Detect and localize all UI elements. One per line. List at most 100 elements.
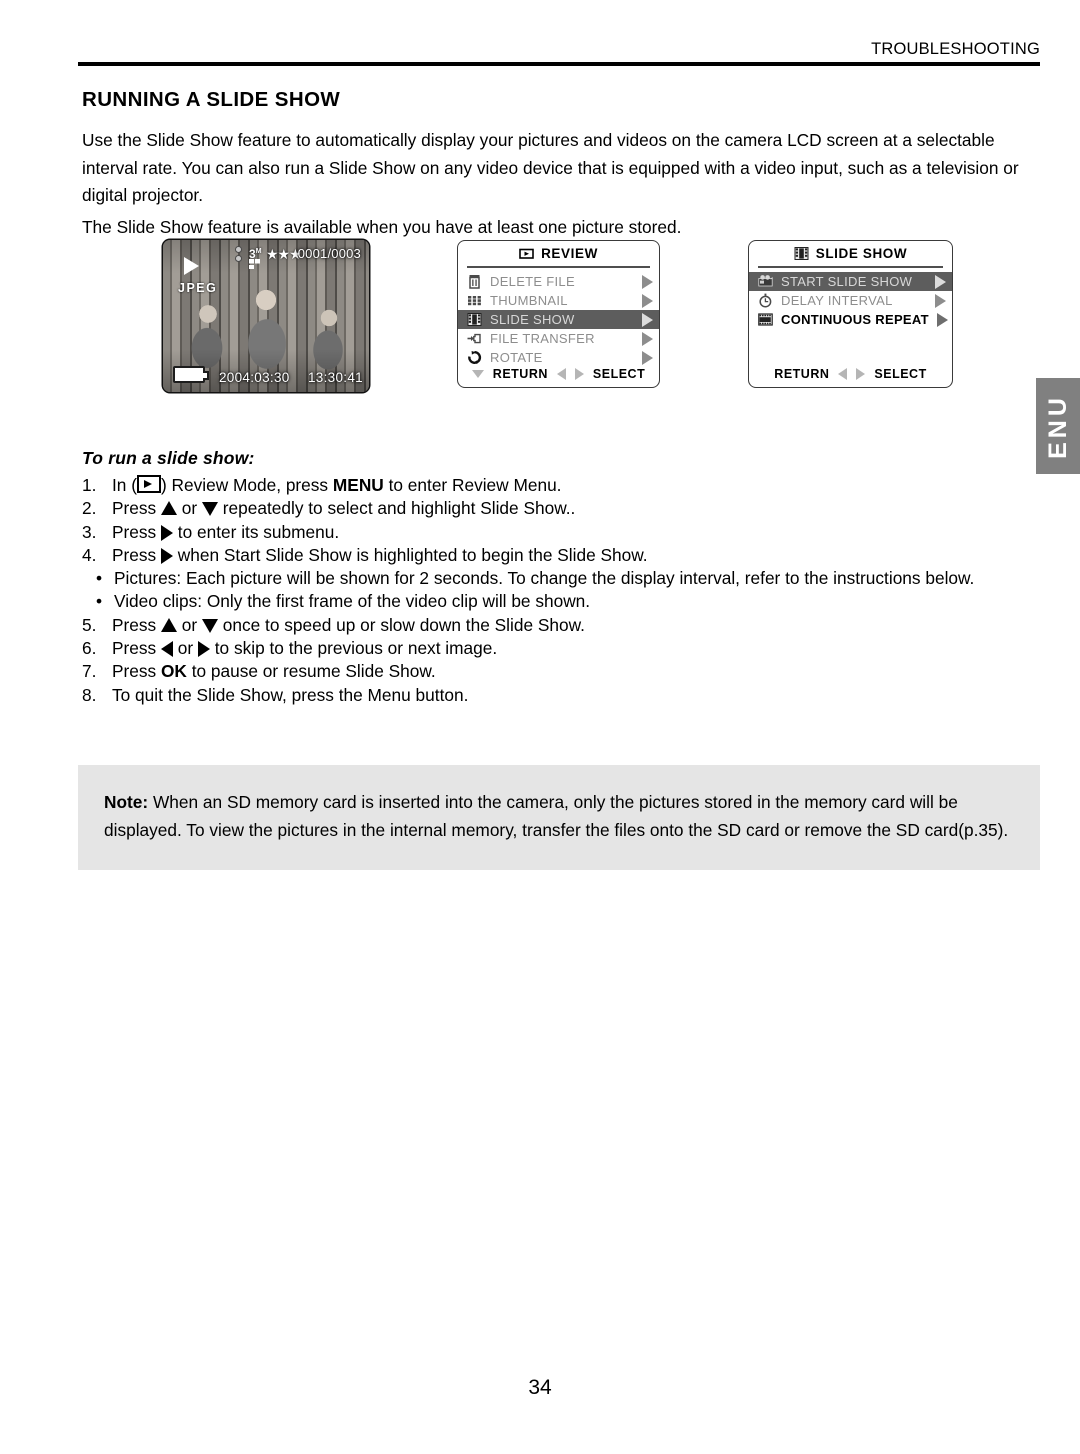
return-label[interactable]: RETURN (774, 367, 829, 381)
slide-show-menu-footer: RETURN SELECT (749, 367, 952, 381)
step-bullet-video-clips: • Video clips: Only the first frame of t… (82, 590, 1040, 613)
step-text-mid: or (172, 638, 198, 659)
chevron-right-icon (642, 274, 653, 289)
step-text-before: Press (112, 661, 161, 682)
step-number: 7. (82, 661, 97, 682)
menu-item-rotate[interactable]: ROTATE (458, 348, 659, 367)
step-text-before: Press (112, 544, 161, 565)
step-number: 8. (82, 684, 97, 705)
intro-paragraph-1: Use the Slide Show feature to automatica… (82, 130, 1019, 206)
chevron-right-icon (935, 293, 946, 308)
return-label[interactable]: RETURN (493, 367, 548, 381)
note-box: Note: When an SD memory card is inserted… (78, 765, 1040, 870)
step-text: Press or repeatedly to select and highli… (112, 497, 1040, 520)
down-arrow-icon (201, 502, 218, 517)
menu-item-slide-show[interactable]: SLIDE SHOW (458, 310, 659, 329)
select-label[interactable]: SELECT (874, 367, 926, 381)
lcd-file-format: JPEG (178, 281, 218, 295)
slide-show-menu-title: SLIDE SHOW (815, 246, 908, 261)
menu-item-label: ROTATE (490, 350, 543, 365)
chevron-right-icon (642, 293, 653, 308)
step-8: 8. To quit the Slide Show, press the Men… (82, 684, 1040, 707)
lcd-date: 2004:03:30 (219, 370, 290, 385)
section-header-label: TROUBLESHOOTING (871, 40, 1040, 58)
play-box-icon (136, 475, 161, 493)
slide-show-menu-title-bar: SLIDE SHOW (749, 241, 952, 266)
step-number: 5. (82, 614, 97, 635)
lcd-quality-stars: ★★★ (266, 246, 302, 262)
menu-item-label: CONTINUOUS REPEAT (781, 312, 929, 327)
lcd-time: 13:30:41 (308, 370, 363, 385)
stopwatch-icon (758, 293, 773, 308)
camera-lcd-preview: JPEG 3M ★★★ 0001/0003 2004:03:30 13:30:4… (163, 240, 369, 392)
step-number: 3. (82, 521, 97, 542)
step-number: 2. (82, 498, 97, 519)
note-text: When an SD memory card is inserted into … (104, 792, 1009, 840)
select-label[interactable]: SELECT (593, 367, 645, 381)
step-bullet-pictures: • Pictures: Each picture will be shown f… (82, 567, 1040, 590)
step-1: 1. In ( ) Review Mode, press MENU to ente… (82, 474, 1040, 497)
battery-full-icon (173, 366, 209, 383)
step-text-after: to skip to the previous or next image. (209, 638, 498, 659)
chevron-right-icon (936, 312, 948, 327)
menu-item-start-slide-show[interactable]: START SLIDE SHOW (749, 272, 952, 291)
left-arrow-icon (160, 641, 173, 658)
play-icon (184, 257, 199, 275)
step-text-after: ) Review Mode, press (160, 475, 333, 495)
step-text-after: once to speed up or slow down the Slide … (217, 614, 585, 635)
step-text-after: when Start Slide Show is highlighted to … (172, 544, 648, 565)
page-number: 34 (528, 1376, 552, 1399)
step-bold-word: MENU (332, 475, 384, 495)
step-text: Press when Start Slide Show is highlight… (112, 544, 1040, 567)
filmstrip-icon (794, 246, 809, 261)
lcd-indicator-dots (235, 246, 242, 263)
review-menu-footer: RETURN SELECT (458, 367, 659, 381)
step-text-before: In ( (112, 475, 137, 495)
step-text: Press or once to speed up or slow down t… (112, 614, 1040, 637)
chevron-right-icon (642, 331, 653, 346)
step-bold-word: OK (160, 661, 187, 682)
step-text: Press OK to pause or resume Slide Show. (112, 660, 1040, 683)
step-number: 1. (82, 475, 97, 495)
left-arrow-icon (838, 368, 848, 380)
right-arrow-icon (160, 547, 173, 564)
menu-item-label: SLIDE SHOW (490, 312, 575, 327)
step-text-tail: to enter Review Menu. (383, 475, 562, 495)
down-arrow-icon (471, 370, 484, 378)
menu-item-label: THUMBNAIL (490, 293, 568, 308)
right-arrow-icon (856, 368, 866, 380)
step-text-after: to enter its submenu. (172, 521, 340, 542)
filmroll-icon (758, 312, 773, 327)
step-text-before: Press (112, 614, 161, 635)
step-7: 7. Press OK to pause or resume Slide Sho… (82, 660, 1040, 683)
step-6: 6. Press or to skip to the previous or n… (82, 637, 1040, 660)
chevron-right-icon (642, 312, 653, 327)
note-label: Note: (104, 792, 149, 812)
step-3: 3. Press to enter its submenu. (82, 521, 1040, 544)
step-2: 2. Press or repeatedly to select and hig… (82, 497, 1040, 520)
right-arrow-icon (160, 524, 173, 541)
step-text: Press to enter its submenu. (112, 521, 1040, 544)
procedure-heading: To run a slide show: (82, 448, 255, 468)
lcd-resolution-unit: M (255, 248, 262, 255)
lcd-resolution-grid-icon (249, 259, 260, 269)
slide-show-menu-divider (758, 266, 943, 268)
slide-show-menu-panel: SLIDE SHOW START SLIDE SHOW DELAY INTERV… (748, 240, 953, 388)
menu-item-delay-interval[interactable]: DELAY INTERVAL (749, 291, 952, 310)
review-menu-title-bar: REVIEW (458, 241, 659, 266)
step-text-mid: or (176, 498, 202, 519)
up-arrow-icon (160, 501, 177, 516)
play-box-icon (519, 246, 534, 261)
menu-item-continuous-repeat[interactable]: CONTINUOUS REPEAT (749, 310, 952, 329)
transfer-icon (467, 331, 482, 346)
review-menu-title: REVIEW (541, 246, 598, 261)
down-arrow-icon (201, 618, 218, 633)
step-text-after: to pause or resume Slide Show. (186, 661, 436, 682)
menu-item-delete-file[interactable]: DELETE FILE (458, 272, 659, 291)
menu-item-thumbnail[interactable]: THUMBNAIL (458, 291, 659, 310)
step-text-mid: or (176, 614, 202, 635)
chevron-right-icon (642, 350, 653, 365)
right-arrow-icon (574, 368, 584, 380)
menu-item-label: DELETE FILE (490, 274, 575, 289)
menu-item-file-transfer[interactable]: FILE TRANSFER (458, 329, 659, 348)
